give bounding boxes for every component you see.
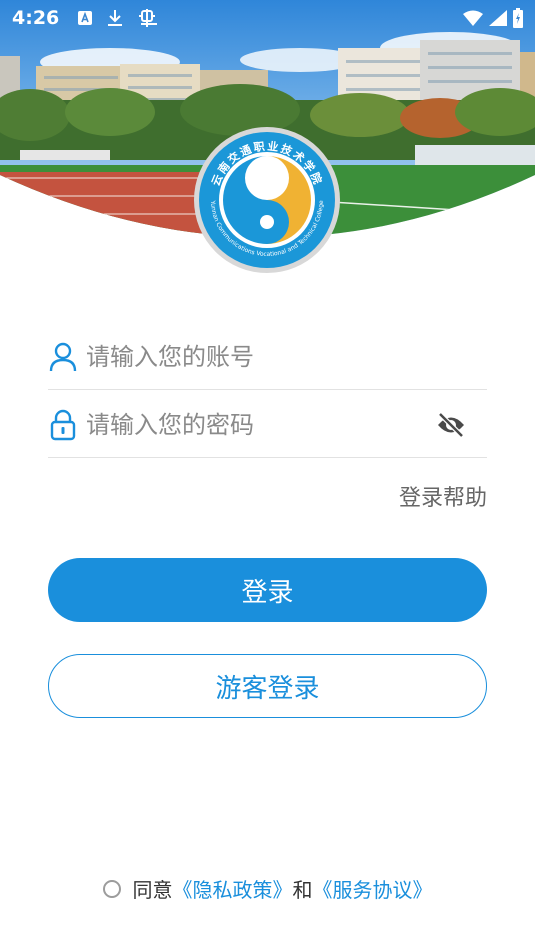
battery-charging-icon xyxy=(513,8,523,28)
guest-login-button[interactable]: 游客登录 xyxy=(48,654,487,718)
school-logo: 云南交通职业技术学院 Yunnan Communications Vocatio… xyxy=(193,126,341,274)
password-visibility-toggle[interactable] xyxy=(433,407,469,443)
account-input[interactable] xyxy=(86,342,487,371)
bug-icon xyxy=(137,8,159,28)
status-bar: 4:26 xyxy=(0,0,535,36)
user-icon xyxy=(48,342,78,372)
status-time: 4:26 xyxy=(12,7,60,29)
wifi-icon xyxy=(463,10,483,26)
download-icon xyxy=(107,9,123,27)
agree-prefix: 同意 xyxy=(132,878,173,902)
text-recognition-icon xyxy=(77,10,93,26)
agree-radio[interactable] xyxy=(102,879,121,898)
agree-conjunction: 和 xyxy=(292,878,313,902)
password-field xyxy=(48,392,487,458)
signal-icon xyxy=(489,10,507,26)
password-input[interactable] xyxy=(86,410,433,439)
account-field xyxy=(48,324,487,390)
login-help-link[interactable]: 登录帮助 xyxy=(399,480,487,512)
service-agreement-link[interactable]: 《服务协议》 xyxy=(313,874,433,903)
privacy-policy-link[interactable]: 《隐私政策》 xyxy=(173,874,293,903)
lock-icon xyxy=(48,409,78,440)
login-button[interactable]: 登录 xyxy=(48,558,487,622)
eye-off-icon xyxy=(438,411,464,438)
agreement-row: 同意 《隐私政策》 和 《服务协议》 xyxy=(0,874,535,903)
